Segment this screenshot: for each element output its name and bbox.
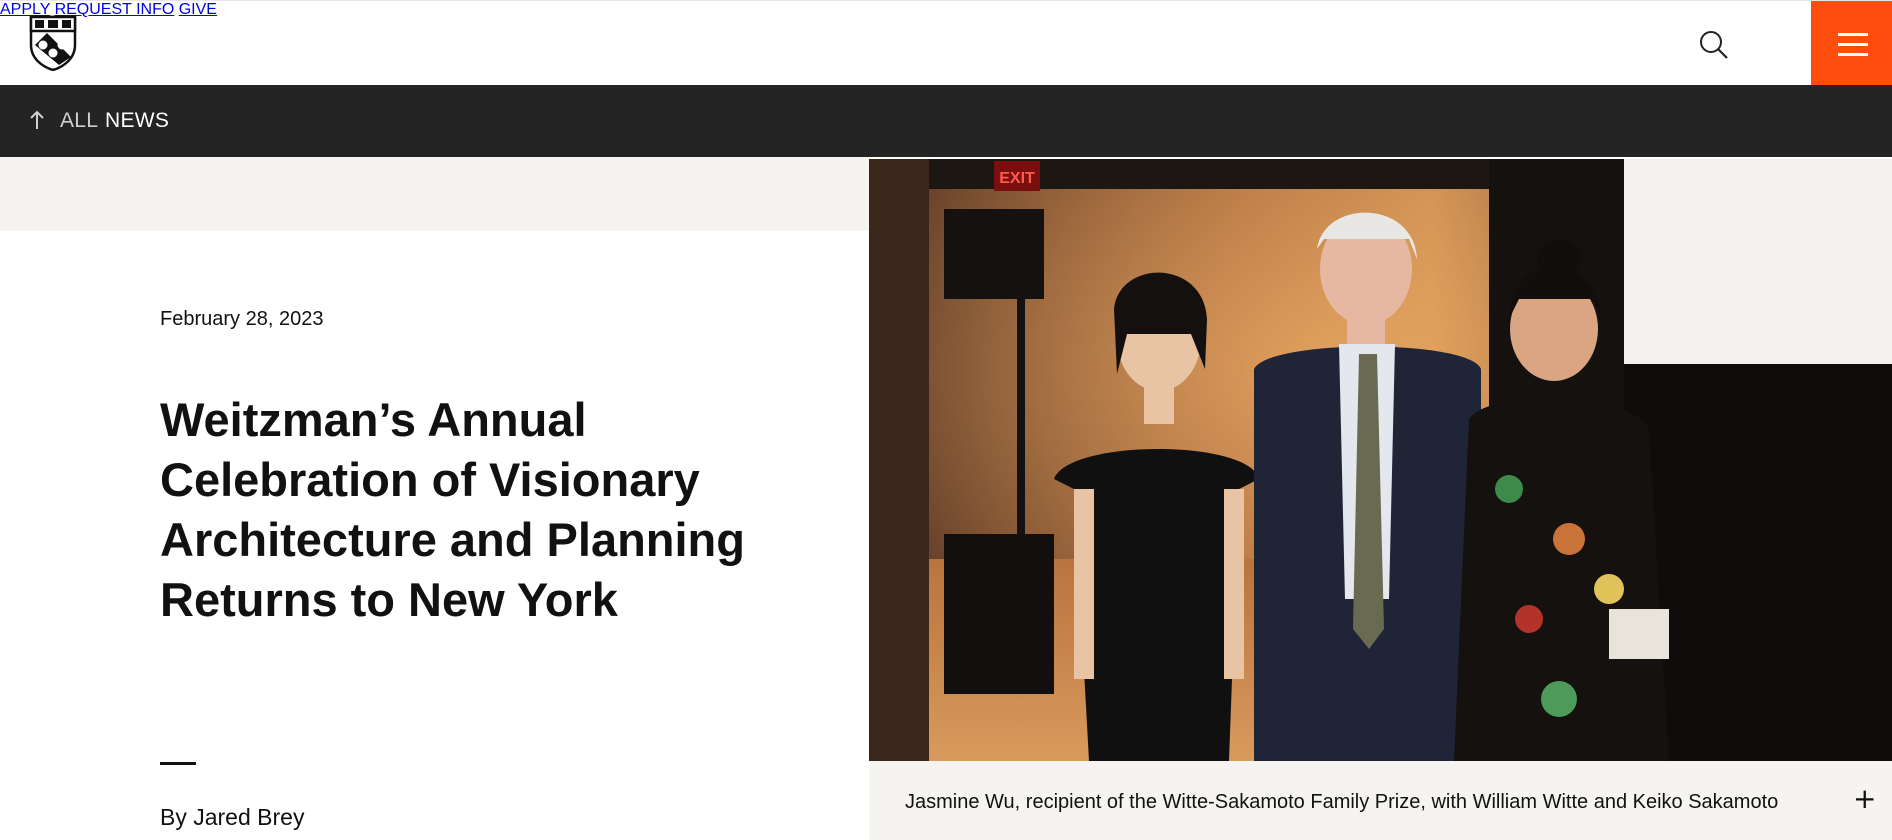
site-header: APPLY REQUEST INFO GIVE: [0, 0, 1892, 86]
arrow-up-icon[interactable]: [28, 109, 46, 131]
photo-caption: Jasmine Wu, recipient of the Witte-Sakam…: [905, 791, 1779, 813]
article-title: Weitzman’s Annual Celebration of Visiona…: [160, 393, 745, 626]
header-accent-band: [0, 157, 870, 231]
penn-shield-logo[interactable]: [29, 15, 77, 72]
all-news-link[interactable]: NEWS: [105, 109, 169, 133]
menu-button[interactable]: [1811, 1, 1892, 86]
article-date: February 28, 2023: [160, 308, 324, 330]
plus-icon[interactable]: +: [1853, 785, 1876, 813]
exit-sign: EXIT: [999, 170, 1035, 187]
hamburger-menu-icon: [1838, 33, 1868, 36]
photo-caption-bar: Jasmine Wu, recipient of the Witte-Sakam…: [869, 761, 1892, 840]
article-byline: By Jared Brey: [160, 804, 305, 830]
search-icon[interactable]: [1698, 29, 1730, 61]
all-news-prefix[interactable]: ALL: [60, 109, 98, 133]
nav-give-link[interactable]: GIVE: [179, 1, 217, 18]
primary-nav: APPLY REQUEST INFO GIVE: [0, 1, 1892, 19]
divider: [160, 762, 196, 765]
hero-photo: EXIT: [869, 159, 1892, 761]
back-to-news-bar: ALL NEWS: [0, 85, 1892, 157]
